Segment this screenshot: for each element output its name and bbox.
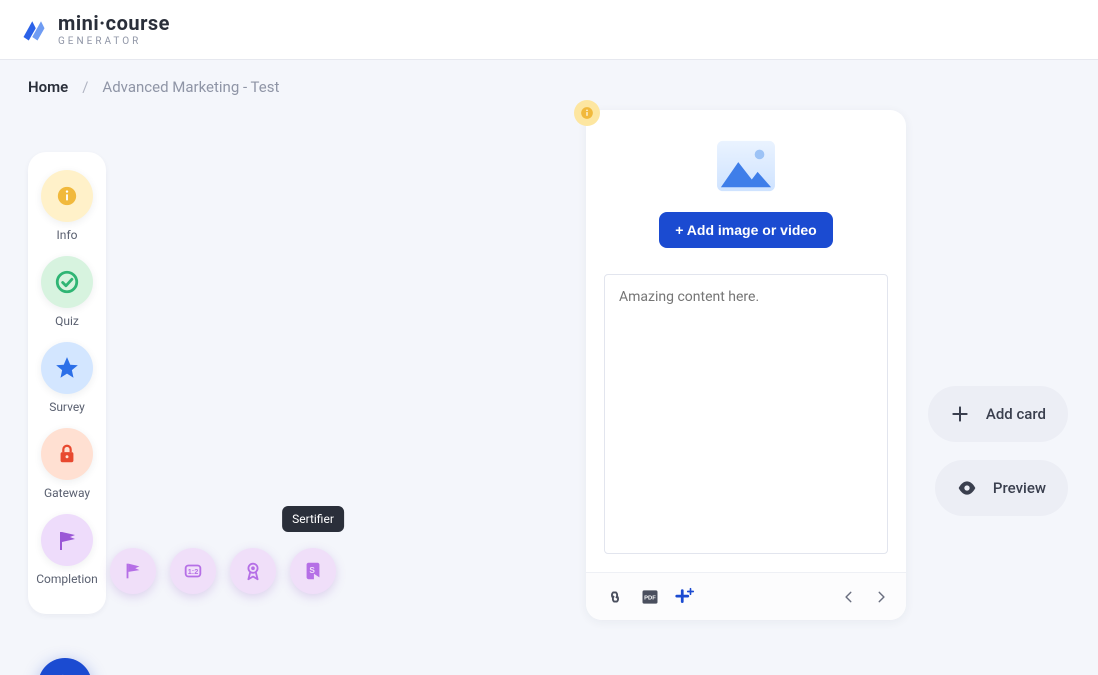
gateway-icon: [41, 428, 93, 480]
card-type-survey-label: Survey: [49, 400, 85, 414]
preview-label: Preview: [993, 479, 1046, 497]
editor-canvas: Info Quiz Survey Gateway Completion: [0, 96, 1098, 667]
logo[interactable]: mini·course GENERATOR: [20, 13, 170, 47]
completion-subtype-sertifier[interactable]: S: [290, 548, 336, 594]
svg-text:1:2: 1:2: [188, 567, 199, 576]
survey-icon: [41, 342, 93, 394]
breadcrumb-separator: /: [82, 78, 88, 96]
next-card-button[interactable]: [874, 590, 888, 604]
app-header: mini·course GENERATOR: [0, 0, 1098, 60]
logo-text: mini·course GENERATOR: [58, 13, 170, 47]
card-type-completion-label: Completion: [36, 572, 98, 586]
svg-text:S: S: [309, 566, 315, 575]
card-type-info-label: Info: [57, 228, 78, 242]
logo-mark-icon: [20, 16, 48, 44]
prev-card-button[interactable]: [842, 590, 856, 604]
editor-footer: PDF: [586, 572, 906, 620]
card-type-quiz[interactable]: Quiz: [41, 256, 93, 328]
sertifier-tooltip: Sertifier: [282, 506, 344, 532]
editor-card: + Add image or video PDF: [586, 110, 906, 620]
pdf-icon[interactable]: PDF: [640, 587, 660, 607]
eye-icon: [957, 478, 977, 498]
card-type-badge: [574, 100, 600, 126]
add-media-button[interactable]: + Add image or video: [659, 212, 832, 248]
logo-subtitle: GENERATOR: [58, 37, 170, 47]
card-type-gateway-label: Gateway: [44, 486, 90, 500]
content-textarea[interactable]: [604, 274, 888, 554]
plus-icon: [950, 404, 970, 424]
right-action-bar: Add card Preview: [928, 386, 1068, 516]
add-fab-button[interactable]: [38, 658, 92, 675]
add-card-button[interactable]: Add card: [928, 386, 1068, 442]
card-type-gateway[interactable]: Gateway: [41, 428, 93, 500]
completion-subtype-badge[interactable]: [230, 548, 276, 594]
media-area: + Add image or video: [586, 110, 906, 258]
card-type-quiz-label: Quiz: [55, 314, 79, 328]
svg-text:PDF: PDF: [644, 595, 656, 601]
card-type-palette: Info Quiz Survey Gateway Completion: [28, 152, 106, 614]
insert-add-icon[interactable]: [674, 586, 696, 608]
quiz-icon: [41, 256, 93, 308]
completion-subtype-form[interactable]: 1:2: [170, 548, 216, 594]
card-type-survey[interactable]: Survey: [41, 342, 93, 414]
breadcrumb-current: Advanced Marketing - Test: [102, 78, 279, 96]
completion-subtype-flag[interactable]: [110, 548, 156, 594]
card-type-completion[interactable]: Completion: [36, 514, 98, 586]
link-icon[interactable]: [604, 586, 626, 608]
completion-icon: [41, 514, 93, 566]
breadcrumb-home[interactable]: Home: [28, 78, 68, 96]
breadcrumb: Home / Advanced Marketing - Test: [0, 60, 1098, 96]
completion-subtypes-row: 1:2 Sertifier S: [110, 548, 336, 594]
preview-button[interactable]: Preview: [935, 460, 1068, 516]
info-icon: [41, 170, 93, 222]
card-type-info[interactable]: Info: [41, 170, 93, 242]
image-placeholder-icon: [714, 138, 778, 196]
add-card-label: Add card: [986, 405, 1046, 423]
logo-title: mini·course: [58, 13, 170, 33]
